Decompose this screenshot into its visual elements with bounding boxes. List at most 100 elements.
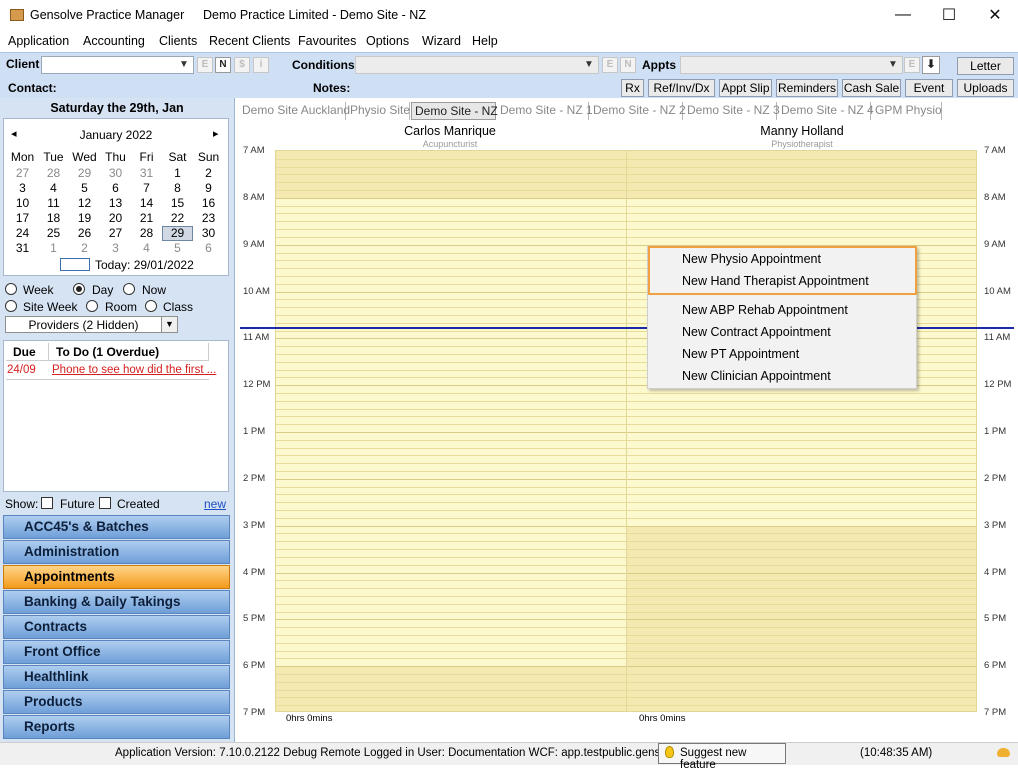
calendar-day[interactable]: 13 <box>100 196 131 210</box>
calendar-day[interactable]: 12 <box>69 196 100 210</box>
view-week-radio[interactable] <box>5 283 17 295</box>
ref-inv-dx-button[interactable]: Ref/Inv/Dx <box>648 79 715 97</box>
view-class-radio[interactable] <box>145 300 157 312</box>
tab-demo-site-nz-4[interactable]: Demo Site - NZ 4 <box>778 102 874 120</box>
appt-slip-button[interactable]: Appt Slip <box>719 79 772 97</box>
calendar-day[interactable]: 11 <box>38 196 69 210</box>
conditions-edit-button[interactable]: E <box>602 57 618 73</box>
appts-select[interactable]: ▼ <box>680 56 903 74</box>
calendar-day[interactable]: 3 <box>7 181 38 195</box>
client-edit-button[interactable]: E <box>197 57 213 73</box>
new-todo-link[interactable]: new <box>204 497 226 511</box>
suggest-feature-button[interactable]: Suggest new feature <box>658 743 786 771</box>
nav-front-office[interactable]: Front Office <box>3 640 230 664</box>
calendar-day[interactable]: 4 <box>131 241 162 255</box>
nav-contracts[interactable]: Contracts <box>3 615 230 639</box>
cash-sale-button[interactable]: Cash Sale <box>842 79 901 97</box>
calendar-day[interactable]: 27 <box>100 226 131 240</box>
client-billing-button[interactable]: $ <box>234 57 250 73</box>
tab-gpm-physio[interactable]: GPM Physio <box>872 102 942 120</box>
nav-products[interactable]: Products <box>3 690 230 714</box>
calendar-day[interactable]: 19 <box>69 211 100 225</box>
calendar-day[interactable]: 2 <box>193 166 224 180</box>
calendar-day[interactable]: 18 <box>38 211 69 225</box>
calendar-day[interactable]: 5 <box>69 181 100 195</box>
menu-recent-clients[interactable]: Recent Clients <box>209 34 290 48</box>
view-now-radio[interactable] <box>123 283 135 295</box>
reminders-button[interactable]: Reminders <box>776 79 838 97</box>
letter-button[interactable]: Letter <box>957 57 1014 75</box>
todo-col-due[interactable]: Due <box>6 343 49 361</box>
today-label[interactable]: Today: 29/01/2022 <box>95 258 194 272</box>
view-room-radio[interactable] <box>86 300 98 312</box>
view-site-week-radio[interactable] <box>5 300 17 312</box>
providers-select[interactable]: Providers (2 Hidden) ▼ <box>5 316 178 333</box>
appointment-grid[interactable] <box>275 150 977 712</box>
nav-reports[interactable]: Reports <box>3 715 230 739</box>
future-checkbox[interactable] <box>41 497 53 509</box>
table-row[interactable]: 24/09 Phone to see how did the first ... <box>6 362 216 380</box>
calendar-day[interactable]: 20 <box>100 211 131 225</box>
menu-application[interactable]: Application <box>8 34 69 48</box>
calendar-day[interactable]: 9 <box>193 181 224 195</box>
tab-demo-site-nz-3[interactable]: Demo Site - NZ 3 <box>684 102 780 120</box>
tab-demo-site-nz[interactable]: Demo Site - NZ <box>411 102 498 120</box>
calendar-day[interactable]: 1 <box>162 166 193 180</box>
tab-demo-site-nz-1[interactable]: Demo Site - NZ 1 <box>497 102 593 120</box>
calendar-day[interactable]: 29 <box>69 166 100 180</box>
maximize-button[interactable]: ☐ <box>926 0 972 30</box>
calendar-day[interactable]: 31 <box>7 241 38 255</box>
conditions-select[interactable]: ▼ <box>355 56 599 74</box>
calendar-day[interactable]: 31 <box>131 166 162 180</box>
calendar-day[interactable]: 28 <box>131 226 162 240</box>
menu-new-abp-rehab-appointment[interactable]: New ABP Rehab Appointment <box>682 303 848 317</box>
client-info-button[interactable]: i <box>253 57 269 73</box>
cloud-upload-icon[interactable] <box>997 748 1010 757</box>
calendar-day[interactable]: 1 <box>38 241 69 255</box>
created-checkbox[interactable] <box>99 497 111 509</box>
nav-appointments[interactable]: Appointments <box>3 565 230 589</box>
calendar-day[interactable]: 5 <box>162 241 193 255</box>
client-select[interactable]: ▼ <box>41 56 194 74</box>
menu-accounting[interactable]: Accounting <box>83 34 145 48</box>
tab-physio-site[interactable]: Physio Site <box>347 102 410 120</box>
calendar-day[interactable]: 14 <box>131 196 162 210</box>
nav-acc45-s-batches[interactable]: ACC45's & Batches <box>3 515 230 539</box>
calendar-day[interactable]: 25 <box>38 226 69 240</box>
calendar-day-selected[interactable]: 29 <box>162 226 193 241</box>
minimize-button[interactable]: — <box>880 0 926 30</box>
event-button[interactable]: Event <box>905 79 953 97</box>
tab-demo-site-auckland[interactable]: Demo Site Auckland <box>239 102 350 120</box>
menu-favourites[interactable]: Favourites <box>298 34 356 48</box>
calendar-day[interactable]: 3 <box>100 241 131 255</box>
todo-col-todo[interactable]: To Do (1 Overdue) <box>49 343 209 361</box>
close-button[interactable]: ✕ <box>972 0 1018 30</box>
appts-edit-button[interactable]: E <box>904 57 920 73</box>
calendar-day[interactable]: 15 <box>162 196 193 210</box>
download-icon[interactable]: ⬇ <box>922 56 940 74</box>
calendar-day[interactable]: 30 <box>100 166 131 180</box>
calendar-day[interactable]: 2 <box>69 241 100 255</box>
calendar-day[interactable]: 28 <box>38 166 69 180</box>
calendar-day[interactable]: 8 <box>162 181 193 195</box>
nav-banking-daily-takings[interactable]: Banking & Daily Takings <box>3 590 230 614</box>
menu-new-contract-appointment[interactable]: New Contract Appointment <box>682 325 831 339</box>
todo-text-link[interactable]: Phone to see how did the first ... <box>52 364 216 376</box>
menu-options[interactable]: Options <box>366 34 409 48</box>
conditions-new-button[interactable]: N <box>620 57 636 73</box>
calendar-day[interactable]: 4 <box>38 181 69 195</box>
calendar-day[interactable]: 30 <box>193 226 224 240</box>
rx-button[interactable]: Rx <box>621 79 644 97</box>
client-new-button[interactable]: N <box>215 57 231 73</box>
menu-new-pt-appointment[interactable]: New PT Appointment <box>682 347 799 361</box>
calendar-day[interactable]: 24 <box>7 226 38 240</box>
calendar-day[interactable]: 21 <box>131 211 162 225</box>
calendar-day[interactable]: 23 <box>193 211 224 225</box>
menu-wizard[interactable]: Wizard <box>422 34 461 48</box>
calendar-day[interactable]: 6 <box>100 181 131 195</box>
nav-administration[interactable]: Administration <box>3 540 230 564</box>
calendar-day[interactable]: 22 <box>162 211 193 225</box>
next-month-icon[interactable]: ▸ <box>213 127 219 140</box>
menu-new-physio-appointment[interactable]: New Physio Appointment <box>682 252 821 266</box>
calendar-day[interactable]: 7 <box>131 181 162 195</box>
